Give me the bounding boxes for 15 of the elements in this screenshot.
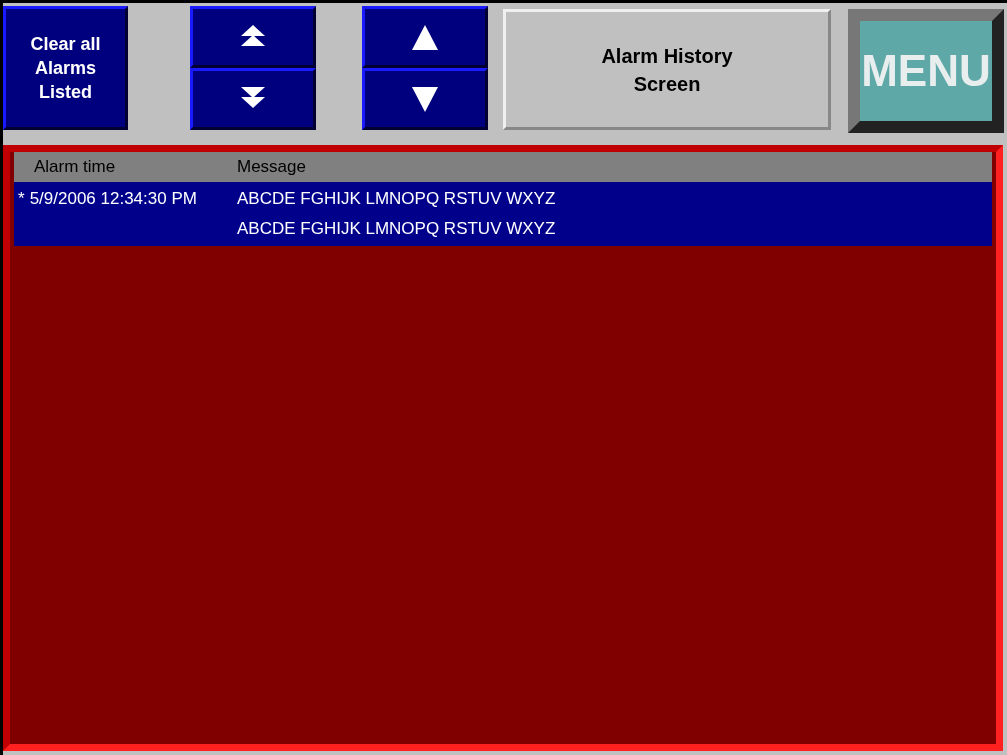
alarm-message: ABCDE FGHIJK LMNOPQ RSTUV WXYZ [237, 188, 556, 210]
scroll-button[interactable] [190, 68, 316, 130]
alarm-row[interactable]: * 5/9/2006 12:34:30 PM ABCDE FGHIJK LMNOPQ RSTUV WXYZ ABCDE FGHIJK LMNOPQ RSTUV WXYZ [14, 182, 992, 246]
up-arrow-icon [411, 23, 439, 51]
column-header: Alarm time [33, 157, 117, 177]
clear-alarms-button[interactable]: Clear all Alarms Listed [3, 6, 128, 130]
alarm-marker: * [18, 188, 25, 210]
column-header: Message [237, 157, 306, 177]
screen-title: Alarm History Screen [503, 9, 831, 130]
alarm-time: 5/9/2006 12:34:30 PM [29, 188, 197, 210]
alarm-message: ABCDE FGHIJK LMNOPQ RSTUV WXYZ [237, 218, 556, 240]
scroll-button[interactable] [362, 68, 488, 130]
scroll-button[interactable] [190, 6, 316, 68]
scroll-button[interactable] [362, 6, 488, 68]
down-arrow-icon [411, 85, 439, 113]
